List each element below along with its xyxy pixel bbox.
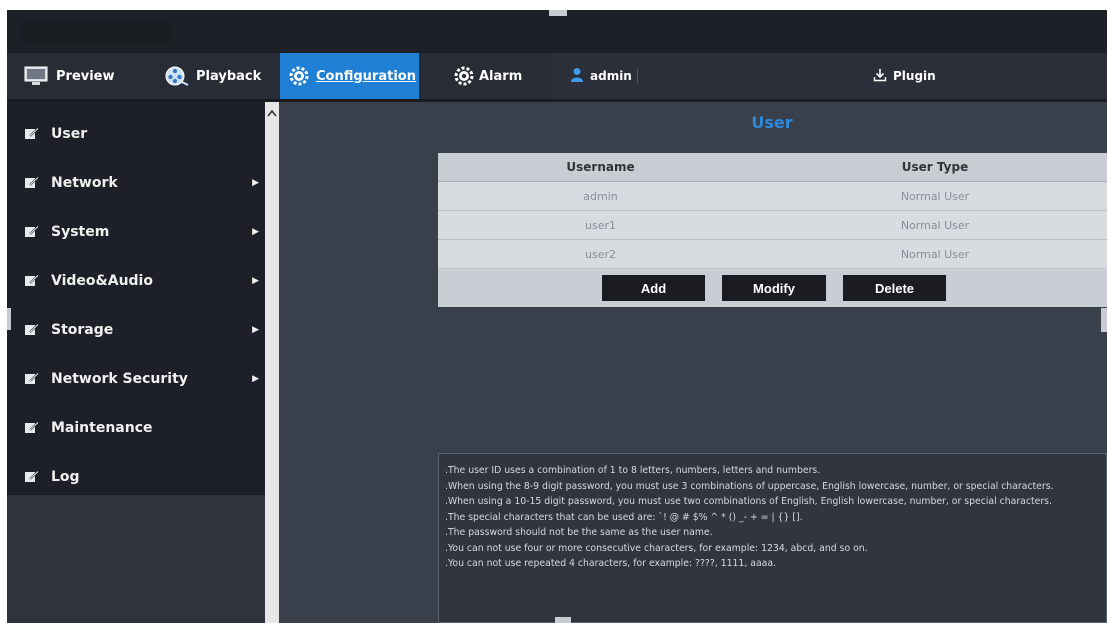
note-line: .You can not use four or more consecutiv… — [445, 542, 868, 554]
edit-icon — [25, 274, 39, 286]
user-type-cell: Normal User — [763, 181, 1107, 211]
monitor-icon — [23, 65, 49, 87]
nav-user[interactable]: admin — [570, 53, 632, 99]
top-resize-handle[interactable] — [549, 10, 567, 16]
nav-alarm-label: Alarm — [479, 68, 523, 84]
sidebar-item-network[interactable]: Network ▶ — [7, 158, 265, 207]
sidebar-item-label: System — [51, 223, 110, 240]
sidebar-item-label: User — [51, 125, 88, 142]
chevron-right-icon: ▶ — [252, 177, 259, 188]
edit-icon — [25, 421, 39, 433]
edit-icon — [25, 225, 39, 237]
user-panel: Username User Type admin Normal User use… — [438, 153, 1107, 307]
note-line: .The password should not be the same as … — [445, 527, 713, 538]
sidebar-item-label: Log — [51, 468, 80, 485]
sidebar-item-label: Video&Audio — [51, 272, 153, 289]
column-header-username[interactable]: Username — [438, 153, 763, 182]
film-reel-icon — [163, 65, 189, 87]
table-row[interactable]: user1 Normal User — [438, 210, 1107, 240]
sidebar-item-label: Maintenance — [51, 419, 153, 436]
modify-button[interactable]: Modify — [722, 275, 826, 301]
note-line: .You can not use repeated 4 characters, … — [445, 558, 777, 569]
main-nav: Preview Playback Configuration Alarm adm… — [7, 53, 1107, 102]
sidebar: User Network ▶ System ▶ Video&Audio ▶ St… — [7, 102, 265, 495]
edit-icon — [25, 470, 39, 482]
nav-alarm[interactable]: Alarm — [419, 53, 551, 99]
logo — [22, 22, 174, 46]
chevron-right-icon: ▶ — [252, 275, 259, 286]
nav-divider — [637, 68, 638, 84]
add-button[interactable]: Add — [602, 275, 705, 301]
gear-icon — [286, 65, 312, 87]
nav-preview[interactable]: Preview — [7, 53, 147, 99]
sidebar-scrollbar[interactable] — [265, 102, 279, 623]
download-icon — [873, 68, 887, 85]
edit-icon — [25, 323, 39, 335]
app-window: Preview Playback Configuration Alarm adm… — [7, 10, 1107, 623]
user-type-cell: Normal User — [763, 210, 1107, 240]
table-header-row: Username User Type — [438, 153, 1107, 182]
chevron-right-icon: ▶ — [252, 373, 259, 384]
action-button-row: Add Modify Delete — [438, 270, 1107, 307]
note-line: .When using a 10-15 digit password, you … — [445, 496, 1052, 507]
sidebar-item-label: Network Security — [51, 370, 188, 387]
sidebar-item-maintenance[interactable]: Maintenance — [7, 403, 265, 452]
nav-plugin[interactable]: Plugin — [873, 53, 936, 99]
nav-playback-label: Playback — [196, 68, 262, 84]
chevron-up-icon[interactable] — [267, 109, 277, 120]
sidebar-item-label: Storage — [51, 321, 114, 338]
sidebar-item-video-audio[interactable]: Video&Audio ▶ — [7, 256, 265, 305]
username-cell: user2 — [438, 239, 763, 269]
user-icon — [570, 67, 584, 86]
column-header-user-type[interactable]: User Type — [763, 153, 1107, 182]
edit-icon — [25, 176, 39, 188]
edit-icon — [25, 372, 39, 384]
table-row[interactable]: user2 Normal User — [438, 239, 1107, 269]
page-title: User — [751, 113, 793, 132]
delete-button[interactable]: Delete — [843, 275, 946, 301]
chevron-right-icon: ▶ — [252, 226, 259, 237]
nav-plugin-label: Plugin — [893, 69, 936, 83]
left-resize-handle[interactable] — [7, 308, 11, 330]
user-table: Username User Type admin Normal User use… — [438, 153, 1107, 269]
nav-playback[interactable]: Playback — [147, 53, 280, 99]
sidebar-item-storage[interactable]: Storage ▶ — [7, 305, 265, 354]
nav-configuration[interactable]: Configuration — [280, 53, 419, 99]
nav-configuration-label: Configuration — [316, 68, 416, 84]
nav-user-label: admin — [590, 69, 632, 83]
note-line: .The special characters that can be used… — [445, 511, 803, 523]
gear-icon — [451, 65, 477, 87]
top-bar — [7, 10, 1107, 53]
chevron-right-icon: ▶ — [252, 324, 259, 335]
right-resize-handle[interactable] — [1101, 308, 1107, 332]
sidebar-item-label: Network — [51, 174, 118, 191]
sidebar-empty-area — [7, 495, 265, 623]
note-line: .The user ID uses a combination of 1 to … — [445, 465, 821, 476]
user-type-cell: Normal User — [763, 239, 1107, 269]
username-cell: user1 — [438, 210, 763, 240]
sidebar-item-system[interactable]: System ▶ — [7, 207, 265, 256]
sidebar-item-network-security[interactable]: Network Security ▶ — [7, 354, 265, 403]
bottom-resize-handle[interactable] — [555, 617, 571, 623]
edit-icon — [25, 127, 39, 139]
sidebar-item-user[interactable]: User — [7, 109, 265, 158]
sidebar-item-log[interactable]: Log — [7, 452, 265, 501]
password-rules-notes: .The user ID uses a combination of 1 to … — [438, 453, 1107, 623]
table-row[interactable]: admin Normal User — [438, 181, 1107, 211]
nav-preview-label: Preview — [56, 68, 115, 84]
username-cell: admin — [438, 181, 763, 211]
note-line: .When using the 8-9 digit password, you … — [445, 480, 1054, 492]
